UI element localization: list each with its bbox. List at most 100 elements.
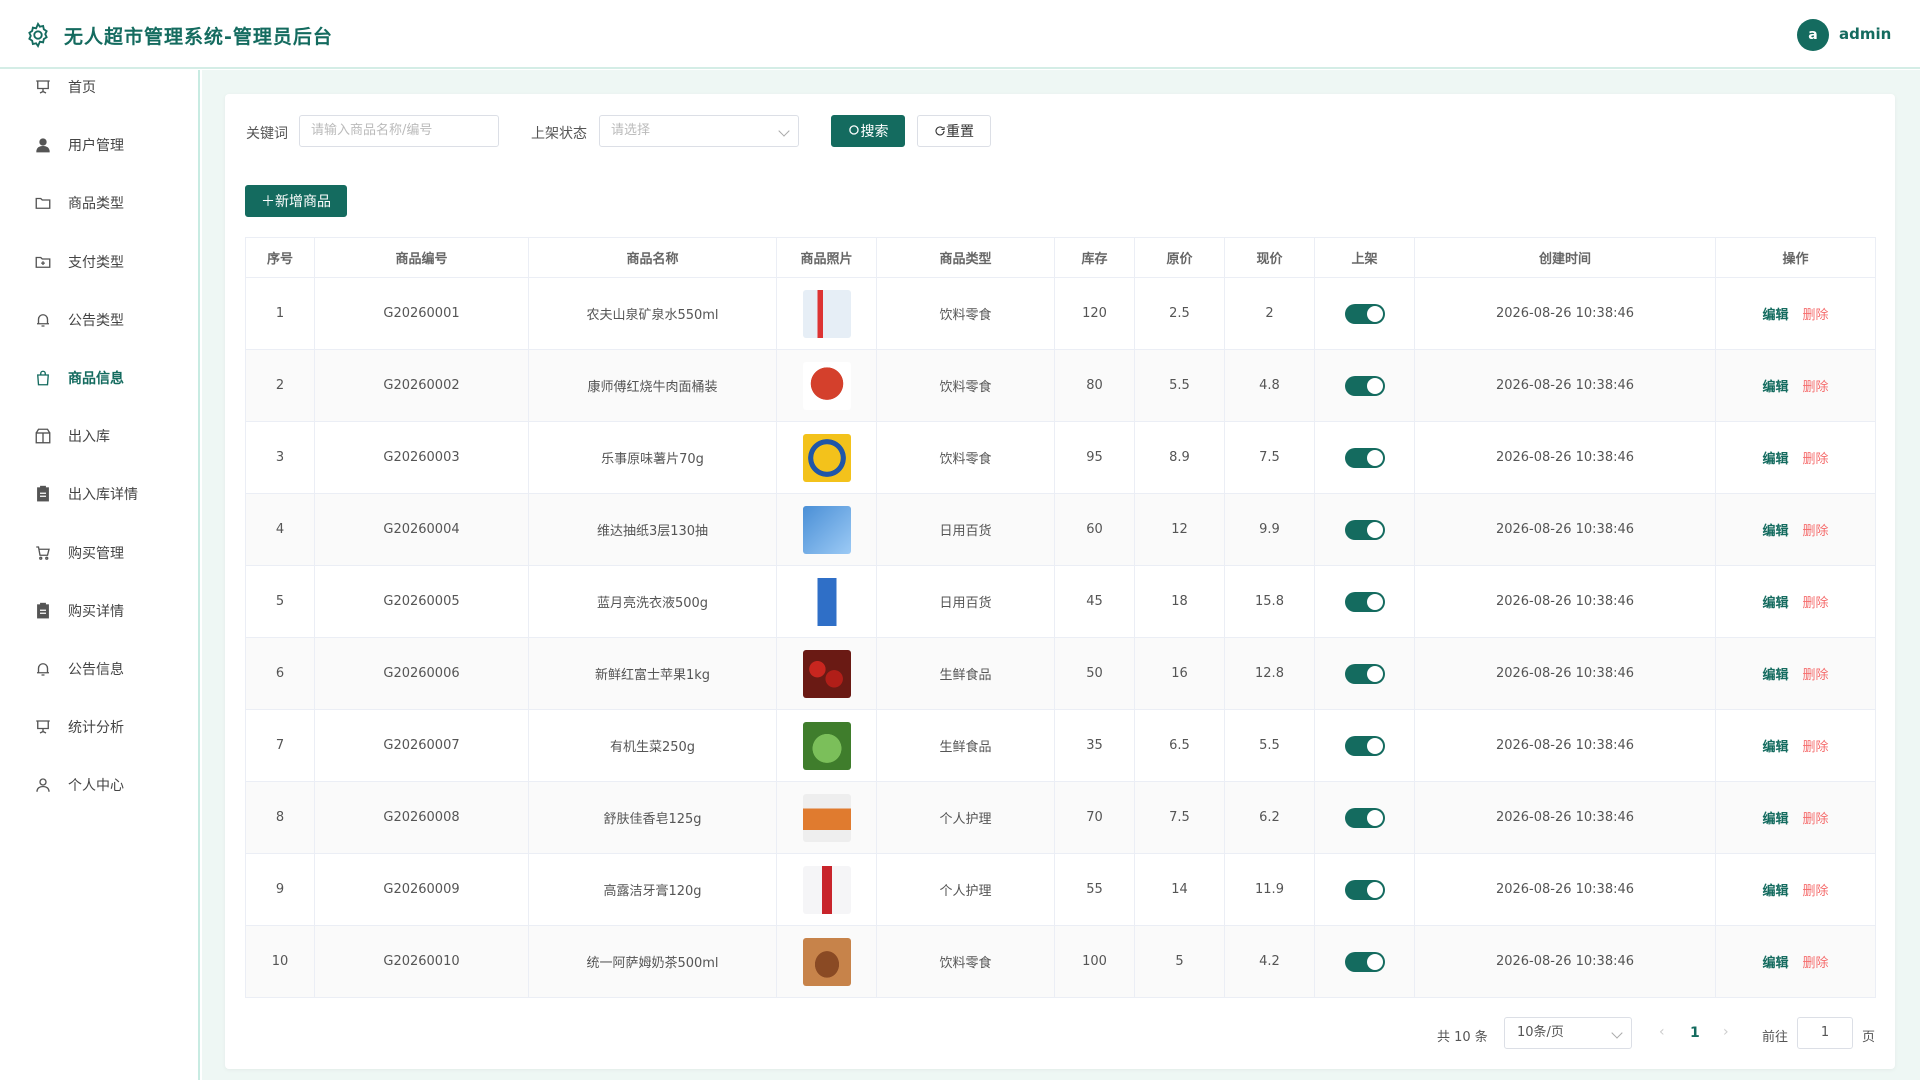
bell-icon — [37, 313, 49, 327]
on-shelf-toggle[interactable] — [1344, 303, 1385, 324]
delete-button[interactable]: 删除 — [1803, 884, 1829, 899]
cell-name: 舒肤佳香皂125g — [528, 781, 777, 854]
sidebar-item-9[interactable]: 购买详情 — [0, 582, 198, 640]
reset-button[interactable]: 重置 — [917, 115, 991, 147]
cell-type: 个人护理 — [876, 781, 1055, 854]
cell-name: 维达抽纸3层130抽 — [528, 493, 777, 566]
column-header: 序号 — [245, 237, 315, 278]
edit-button[interactable]: 编辑 — [1762, 668, 1788, 683]
on-shelf-toggle[interactable] — [1344, 447, 1385, 468]
sidebar-item-label: 公告信息 — [68, 662, 124, 678]
sidebar-item-1[interactable]: 用户管理 — [0, 116, 198, 174]
product-photo[interactable] — [802, 505, 851, 554]
cell-on-shelf — [1314, 421, 1415, 494]
search-button-label: 搜索 — [860, 124, 889, 140]
chevron-down-icon — [1611, 1027, 1623, 1039]
delete-button[interactable]: 删除 — [1803, 524, 1829, 539]
product-photo[interactable] — [802, 649, 851, 698]
sidebar-item-10[interactable]: 公告信息 — [0, 640, 198, 698]
cell-created: 2026-08-26 10:38:46 — [1414, 565, 1716, 638]
delete-button[interactable]: 删除 — [1803, 668, 1829, 683]
on-shelf-toggle[interactable] — [1344, 519, 1385, 540]
sidebar-item-5[interactable]: 商品信息 — [0, 349, 198, 407]
table-row: 4 G20260004 维达抽纸3层130抽 日用百货 60 12 9.9 2026-08-2… — [245, 493, 1876, 566]
cell-type: 生鲜食品 — [876, 709, 1055, 782]
prev-page-icon[interactable]: ‹ — [1659, 1024, 1665, 1040]
edit-button[interactable]: 编辑 — [1762, 308, 1788, 323]
product-photo[interactable] — [802, 433, 851, 482]
refresh-icon — [935, 126, 945, 136]
on-shelf-toggle[interactable] — [1344, 375, 1385, 396]
delete-button[interactable]: 删除 — [1803, 308, 1829, 323]
sidebar-item-label: 商品类型 — [68, 196, 124, 213]
cell-price: 12.8 — [1224, 637, 1315, 710]
sidebar: 首页 用户管理 商品类型 支付类型 公告类型 商品信息 出入库 出入库详情 购买管理 购买详情 公告… — [0, 70, 200, 1080]
cell-type: 生鲜食品 — [876, 637, 1055, 710]
delete-button[interactable]: 删除 — [1803, 812, 1829, 827]
cell-code: G20260007 — [314, 709, 529, 782]
edit-button[interactable]: 编辑 — [1762, 596, 1788, 611]
edit-button[interactable]: 编辑 — [1762, 380, 1788, 395]
product-photo[interactable] — [802, 721, 851, 770]
sidebar-item-0[interactable]: 首页 — [0, 58, 198, 116]
table-row: 5 G20260005 蓝月亮洗衣液500g 日用百货 45 18 15.8 2026-08-… — [245, 565, 1876, 638]
next-page-icon[interactable]: › — [1723, 1024, 1729, 1040]
edit-button[interactable]: 编辑 — [1762, 740, 1788, 755]
column-header: 商品名称 — [528, 237, 777, 278]
page-size-select[interactable]: 10条/页 — [1504, 1017, 1632, 1049]
edit-button[interactable]: 编辑 — [1762, 884, 1788, 899]
sidebar-item-11[interactable]: 统计分析 — [0, 698, 198, 756]
status-select-placeholder: 请选择 — [611, 123, 651, 138]
delete-button[interactable]: 删除 — [1803, 740, 1829, 755]
on-shelf-toggle[interactable] — [1344, 591, 1385, 612]
cell-name: 高露洁牙膏120g — [528, 853, 777, 926]
page-suffix-label: 页 — [1862, 1030, 1876, 1045]
edit-button[interactable]: 编辑 — [1762, 524, 1788, 539]
delete-button[interactable]: 删除 — [1803, 452, 1829, 467]
on-shelf-toggle[interactable] — [1344, 735, 1385, 756]
sidebar-item-7[interactable]: 出入库详情 — [0, 465, 198, 523]
keyword-input[interactable]: 请输入商品名称/编号 — [299, 115, 499, 147]
delete-button[interactable]: 删除 — [1803, 596, 1829, 611]
product-photo[interactable] — [802, 937, 851, 986]
sidebar-item-2[interactable]: 商品类型 — [0, 174, 198, 232]
username[interactable]: admin — [1839, 25, 1891, 43]
edit-button[interactable]: 编辑 — [1762, 452, 1788, 467]
cell-on-shelf — [1314, 637, 1415, 710]
on-shelf-toggle[interactable] — [1344, 951, 1385, 972]
add-goods-button[interactable]: ＋新增商品 — [245, 185, 347, 217]
edit-button[interactable]: 编辑 — [1762, 956, 1788, 971]
product-photo[interactable] — [802, 577, 851, 626]
product-photo[interactable] — [802, 793, 851, 842]
sidebar-item-12[interactable]: 个人中心 — [0, 756, 198, 814]
cell-stock: 70 — [1054, 781, 1135, 854]
product-photo[interactable] — [802, 361, 851, 410]
cell-code: G20260003 — [314, 421, 529, 494]
sidebar-item-8[interactable]: 购买管理 — [0, 524, 198, 582]
folder-icon — [35, 198, 51, 210]
cell-code: G20260002 — [314, 349, 529, 422]
on-shelf-toggle[interactable] — [1344, 663, 1385, 684]
product-photo[interactable] — [802, 289, 851, 338]
delete-button[interactable]: 删除 — [1803, 380, 1829, 395]
sidebar-item-3[interactable]: 支付类型 — [0, 233, 198, 291]
current-page-number[interactable]: 1 — [1690, 1025, 1700, 1041]
column-header: 商品类型 — [876, 237, 1055, 278]
goto-page-input[interactable]: 1 — [1797, 1017, 1853, 1049]
cell-photo — [776, 277, 877, 350]
search-button[interactable]: 搜索 — [831, 115, 905, 147]
column-header: 商品照片 — [776, 237, 877, 278]
delete-button[interactable]: 删除 — [1803, 956, 1829, 971]
edit-button[interactable]: 编辑 — [1762, 812, 1788, 827]
on-shelf-toggle[interactable] — [1344, 807, 1385, 828]
on-shelf-toggle[interactable] — [1344, 879, 1385, 900]
cell-created: 2026-08-26 10:38:46 — [1414, 277, 1716, 350]
sidebar-item-4[interactable]: 公告类型 — [0, 291, 198, 349]
product-photo[interactable] — [802, 865, 851, 914]
cell-created: 2026-08-26 10:38:46 — [1414, 781, 1716, 854]
avatar[interactable]: a — [1797, 19, 1829, 51]
cell-no: 7 — [245, 709, 315, 782]
box-icon — [35, 428, 51, 444]
sidebar-item-6[interactable]: 出入库 — [0, 407, 198, 465]
status-select[interactable]: 请选择 — [599, 115, 799, 147]
